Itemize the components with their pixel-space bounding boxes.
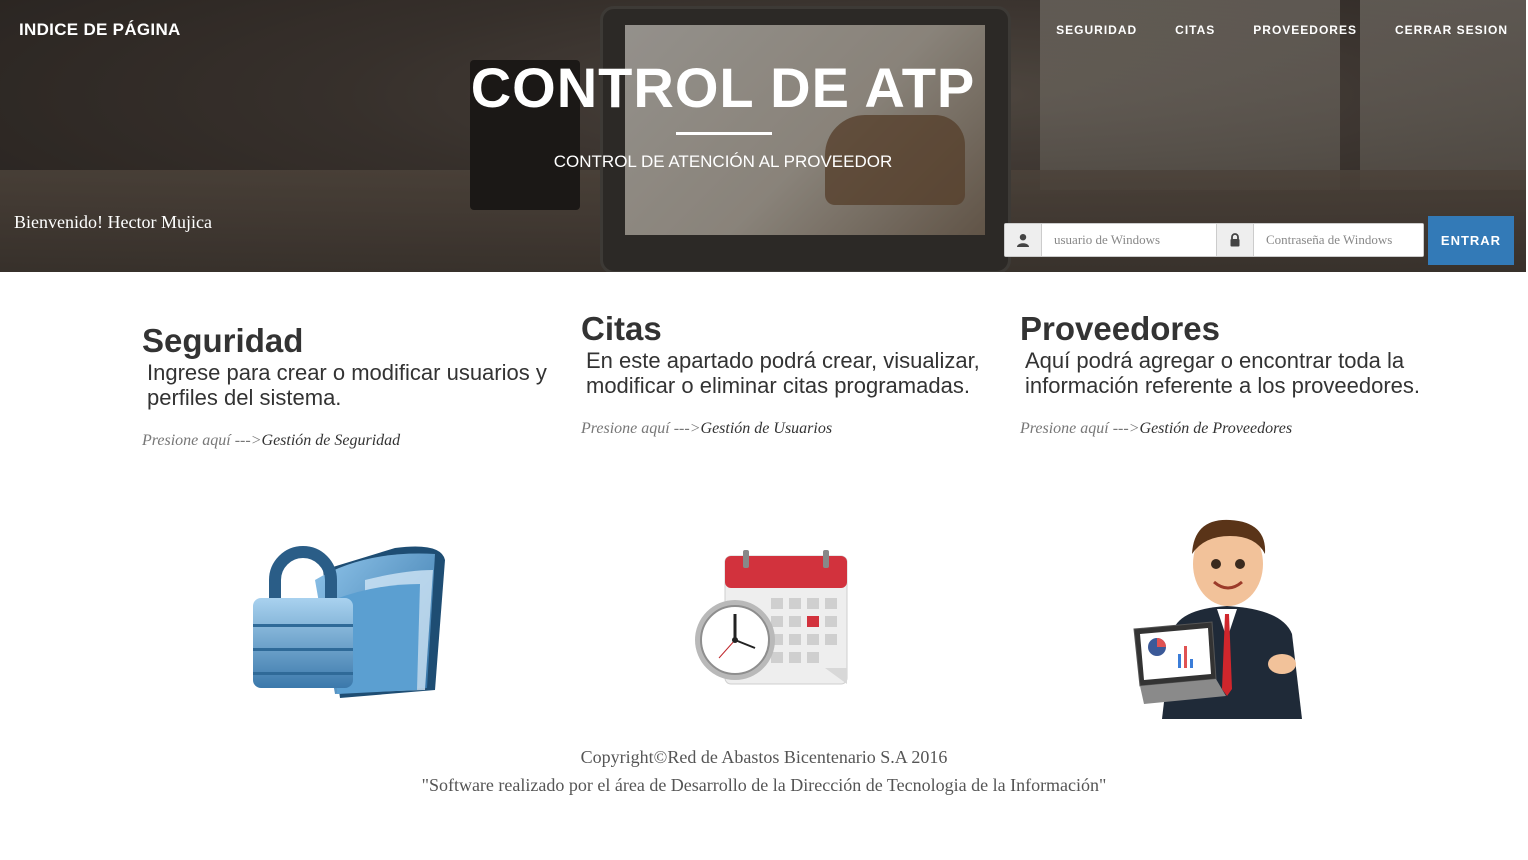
section-description: Aquí podrá agregar o encontrar toda la i… (1025, 348, 1420, 398)
link-gestion-usuarios[interactable]: Gestión de Usuarios (701, 420, 833, 437)
page-subtitle: CONTROL DE ATENCIÓN AL PROVEEDOR (553, 152, 893, 171)
section-title: Seguridad (142, 322, 304, 359)
username-input[interactable] (1042, 224, 1221, 256)
section-prompt: Presione aquí --->Gestión de Seguridad (142, 432, 401, 449)
section-prompt: Presione aquí --->Gestión de Usuarios (581, 420, 833, 437)
nav-item-seguridad[interactable]: SEGURIDAD (1056, 23, 1137, 37)
nav-item-proveedores[interactable]: PROVEEDORES (1253, 23, 1357, 37)
nav-item-cerrar-sesion[interactable]: CERRAR SESION (1395, 23, 1508, 37)
link-gestion-proveedores[interactable]: Gestión de Proveedores (1140, 420, 1293, 437)
section-prompt: Presione aquí --->Gestión de Proveedores (1020, 420, 1293, 437)
nav-item-citas[interactable]: CITAS (1175, 23, 1215, 37)
footer-copyright: Copyright©Red de Abastos Bicentenario S.… (580, 747, 948, 767)
link-gestion-seguridad[interactable]: Gestión de Seguridad (262, 432, 401, 449)
title-divider (676, 132, 772, 135)
user-icon (1005, 224, 1042, 256)
lock-icon (1217, 224, 1254, 256)
section-title: Citas (581, 310, 662, 347)
password-group (1216, 223, 1424, 257)
section-proveedores: Proveedores Aquí podrá agregar o encontr… (1020, 310, 1440, 438)
businessman-laptop-image[interactable] (1132, 514, 1312, 719)
section-citas: Citas En este apartado podrá crear, visu… (581, 310, 1001, 438)
section-description: Ingrese para crear o modificar usuarios … (147, 360, 547, 410)
section-title: Proveedores (1020, 310, 1220, 347)
section-seguridad: Seguridad Ingrese para crear o modificar… (142, 322, 562, 450)
top-nav: SEGURIDAD CITAS PROVEEDORES CERRAR SESIO… (1056, 23, 1508, 37)
login-button[interactable]: ENTRAR (1428, 216, 1514, 265)
security-folder-image[interactable] (245, 540, 455, 700)
brand-title[interactable]: INDICE DE PÁGINA (19, 20, 181, 40)
footer-credit: "Software realizado por el área de Desar… (421, 775, 1107, 795)
calendar-clock-image[interactable] (695, 548, 855, 693)
username-group (1004, 223, 1222, 257)
password-input[interactable] (1254, 224, 1423, 256)
welcome-text: Bienvenido! Hector Mujica (14, 212, 212, 232)
page-title: CONTROL DE ATP (470, 56, 976, 119)
section-description: En este apartado podrá crear, visualizar… (586, 348, 980, 398)
